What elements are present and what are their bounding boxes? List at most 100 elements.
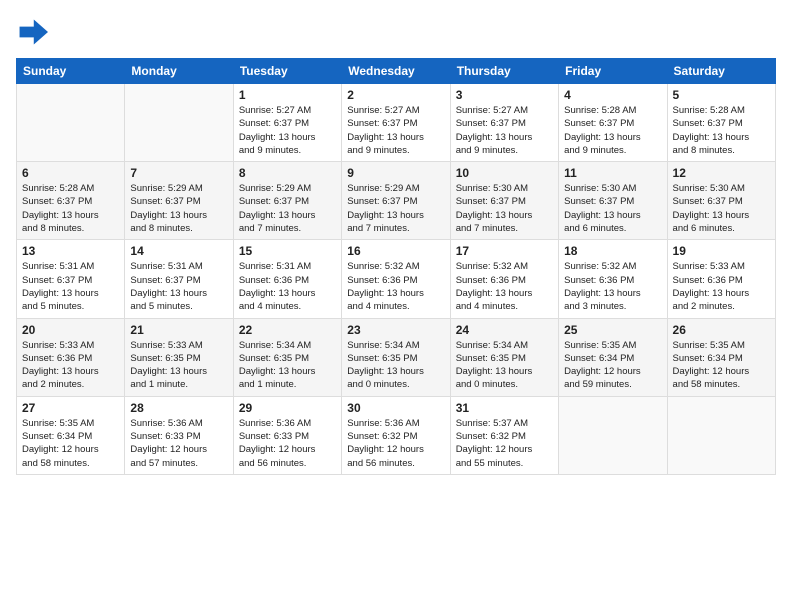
day-number: 27 — [22, 401, 119, 415]
weekday-header-monday: Monday — [125, 59, 233, 84]
calendar-week-row: 27Sunrise: 5:35 AM Sunset: 6:34 PM Dayli… — [17, 396, 776, 474]
calendar-week-row: 1 Sunrise: 5:27 AM Sunset: 6:37 PM Daylig… — [17, 84, 776, 162]
day-detail: Sunrise: 5:28 AM Sunset: 6:37 PM Dayligh… — [673, 104, 770, 157]
day-number: 8 — [239, 166, 336, 180]
calendar-cell: 13 Sunrise: 5:31 AM Sunset: 6:37 PM Dayli… — [17, 240, 125, 318]
calendar-cell: 14 Sunrise: 5:31 AM Sunset: 6:37 PM Dayli… — [125, 240, 233, 318]
calendar-cell: 24 Sunrise: 5:34 AM Sunset: 6:35 PM Dayli… — [450, 318, 558, 396]
calendar-cell — [125, 84, 233, 162]
calendar-cell: 3Sunrise: 5:27 AM Sunset: 6:37 PM Daylig… — [450, 84, 558, 162]
calendar-cell: 16Sunrise: 5:32 AM Sunset: 6:36 PM Dayli… — [342, 240, 450, 318]
calendar-cell: 18 Sunrise: 5:32 AM Sunset: 6:36 PM Dayli… — [559, 240, 667, 318]
day-detail: Sunrise: 5:34 AM Sunset: 6:35 PM Dayligh… — [456, 339, 553, 392]
calendar-cell: 12 Sunrise: 5:30 AM Sunset: 6:37 PM Dayli… — [667, 162, 775, 240]
day-number: 11 — [564, 166, 661, 180]
day-detail: Sunrise: 5:28 AM Sunset: 6:37 PM Dayligh… — [564, 104, 661, 157]
calendar-cell: 2 Sunrise: 5:27 AM Sunset: 6:37 PM Daylig… — [342, 84, 450, 162]
calendar-cell: 29 Sunrise: 5:36 AM Sunset: 6:33 PM Dayli… — [233, 396, 341, 474]
calendar-cell: 9 Sunrise: 5:29 AM Sunset: 6:37 PM Daylig… — [342, 162, 450, 240]
day-detail: Sunrise: 5:30 AM Sunset: 6:37 PM Dayligh… — [673, 182, 770, 235]
day-detail: Sunrise: 5:28 AM Sunset: 6:37 PM Dayligh… — [22, 182, 119, 235]
day-detail: Sunrise: 5:34 AM Sunset: 6:35 PM Dayligh… — [239, 339, 336, 392]
calendar-cell: 21 Sunrise: 5:33 AM Sunset: 6:35 PM Dayli… — [125, 318, 233, 396]
day-detail: Sunrise: 5:32 AM Sunset: 6:36 PM Dayligh… — [564, 260, 661, 313]
calendar-cell: 4 Sunrise: 5:28 AM Sunset: 6:37 PM Daylig… — [559, 84, 667, 162]
day-number: 1 — [239, 88, 336, 102]
day-number: 30 — [347, 401, 444, 415]
day-detail: Sunrise: 5:31 AM Sunset: 6:37 PM Dayligh… — [22, 260, 119, 313]
day-detail: Sunrise: 5:29 AM Sunset: 6:37 PM Dayligh… — [239, 182, 336, 235]
calendar-cell: 11Sunrise: 5:30 AM Sunset: 6:37 PM Dayli… — [559, 162, 667, 240]
weekday-header-thursday: Thursday — [450, 59, 558, 84]
calendar-cell: 22 Sunrise: 5:34 AM Sunset: 6:35 PM Dayli… — [233, 318, 341, 396]
calendar-cell: 1 Sunrise: 5:27 AM Sunset: 6:37 PM Daylig… — [233, 84, 341, 162]
day-detail: Sunrise: 5:33 AM Sunset: 6:35 PM Dayligh… — [130, 339, 227, 392]
day-detail: Sunrise: 5:37 AM Sunset: 6:32 PM Dayligh… — [456, 417, 553, 470]
calendar-week-row: 6Sunrise: 5:28 AM Sunset: 6:37 PM Daylig… — [17, 162, 776, 240]
calendar-body: 1 Sunrise: 5:27 AM Sunset: 6:37 PM Daylig… — [17, 84, 776, 475]
day-number: 24 — [456, 323, 553, 337]
day-number: 7 — [130, 166, 227, 180]
day-number: 9 — [347, 166, 444, 180]
day-number: 2 — [347, 88, 444, 102]
day-number: 29 — [239, 401, 336, 415]
weekday-header-saturday: Saturday — [667, 59, 775, 84]
day-number: 14 — [130, 244, 227, 258]
day-detail: Sunrise: 5:32 AM Sunset: 6:36 PM Dayligh… — [347, 260, 444, 313]
calendar-cell: 27Sunrise: 5:35 AM Sunset: 6:34 PM Dayli… — [17, 396, 125, 474]
day-number: 31 — [456, 401, 553, 415]
day-number: 3 — [456, 88, 553, 102]
day-number: 28 — [130, 401, 227, 415]
day-detail: Sunrise: 5:33 AM Sunset: 6:36 PM Dayligh… — [673, 260, 770, 313]
weekday-header-sunday: Sunday — [17, 59, 125, 84]
day-number: 17 — [456, 244, 553, 258]
calendar-header: SundayMondayTuesdayWednesdayThursdayFrid… — [17, 59, 776, 84]
day-detail: Sunrise: 5:31 AM Sunset: 6:37 PM Dayligh… — [130, 260, 227, 313]
day-number: 4 — [564, 88, 661, 102]
calendar-cell: 19Sunrise: 5:33 AM Sunset: 6:36 PM Dayli… — [667, 240, 775, 318]
day-number: 23 — [347, 323, 444, 337]
day-number: 20 — [22, 323, 119, 337]
weekday-header-wednesday: Wednesday — [342, 59, 450, 84]
day-number: 22 — [239, 323, 336, 337]
day-number: 26 — [673, 323, 770, 337]
day-detail: Sunrise: 5:27 AM Sunset: 6:37 PM Dayligh… — [239, 104, 336, 157]
day-detail: Sunrise: 5:31 AM Sunset: 6:36 PM Dayligh… — [239, 260, 336, 313]
day-detail: Sunrise: 5:35 AM Sunset: 6:34 PM Dayligh… — [673, 339, 770, 392]
day-detail: Sunrise: 5:29 AM Sunset: 6:37 PM Dayligh… — [347, 182, 444, 235]
day-number: 18 — [564, 244, 661, 258]
calendar-cell: 15 Sunrise: 5:31 AM Sunset: 6:36 PM Dayli… — [233, 240, 341, 318]
logo-icon — [16, 16, 48, 48]
calendar-cell: 6Sunrise: 5:28 AM Sunset: 6:37 PM Daylig… — [17, 162, 125, 240]
calendar-cell — [17, 84, 125, 162]
day-number: 13 — [22, 244, 119, 258]
day-detail: Sunrise: 5:29 AM Sunset: 6:37 PM Dayligh… — [130, 182, 227, 235]
day-detail: Sunrise: 5:33 AM Sunset: 6:36 PM Dayligh… — [22, 339, 119, 392]
weekday-header-row: SundayMondayTuesdayWednesdayThursdayFrid… — [17, 59, 776, 84]
weekday-header-friday: Friday — [559, 59, 667, 84]
calendar-cell: 28 Sunrise: 5:36 AM Sunset: 6:33 PM Dayli… — [125, 396, 233, 474]
calendar-week-row: 13 Sunrise: 5:31 AM Sunset: 6:37 PM Dayli… — [17, 240, 776, 318]
calendar-cell: 7 Sunrise: 5:29 AM Sunset: 6:37 PM Daylig… — [125, 162, 233, 240]
day-detail: Sunrise: 5:32 AM Sunset: 6:36 PM Dayligh… — [456, 260, 553, 313]
day-number: 21 — [130, 323, 227, 337]
day-number: 15 — [239, 244, 336, 258]
calendar-cell: 31 Sunrise: 5:37 AM Sunset: 6:32 PM Dayli… — [450, 396, 558, 474]
calendar-cell: 26 Sunrise: 5:35 AM Sunset: 6:34 PM Dayli… — [667, 318, 775, 396]
day-detail: Sunrise: 5:36 AM Sunset: 6:33 PM Dayligh… — [239, 417, 336, 470]
day-detail: Sunrise: 5:34 AM Sunset: 6:35 PM Dayligh… — [347, 339, 444, 392]
day-detail: Sunrise: 5:36 AM Sunset: 6:32 PM Dayligh… — [347, 417, 444, 470]
calendar-cell: 17 Sunrise: 5:32 AM Sunset: 6:36 PM Dayli… — [450, 240, 558, 318]
calendar-cell — [667, 396, 775, 474]
day-detail: Sunrise: 5:27 AM Sunset: 6:37 PM Dayligh… — [347, 104, 444, 157]
calendar-cell: 30 Sunrise: 5:36 AM Sunset: 6:32 PM Dayli… — [342, 396, 450, 474]
day-number: 5 — [673, 88, 770, 102]
day-detail: Sunrise: 5:36 AM Sunset: 6:33 PM Dayligh… — [130, 417, 227, 470]
calendar-table: SundayMondayTuesdayWednesdayThursdayFrid… — [16, 58, 776, 475]
day-detail: Sunrise: 5:35 AM Sunset: 6:34 PM Dayligh… — [564, 339, 661, 392]
day-number: 10 — [456, 166, 553, 180]
calendar-cell — [559, 396, 667, 474]
day-detail: Sunrise: 5:30 AM Sunset: 6:37 PM Dayligh… — [456, 182, 553, 235]
day-number: 12 — [673, 166, 770, 180]
calendar-cell: 20 Sunrise: 5:33 AM Sunset: 6:36 PM Dayli… — [17, 318, 125, 396]
